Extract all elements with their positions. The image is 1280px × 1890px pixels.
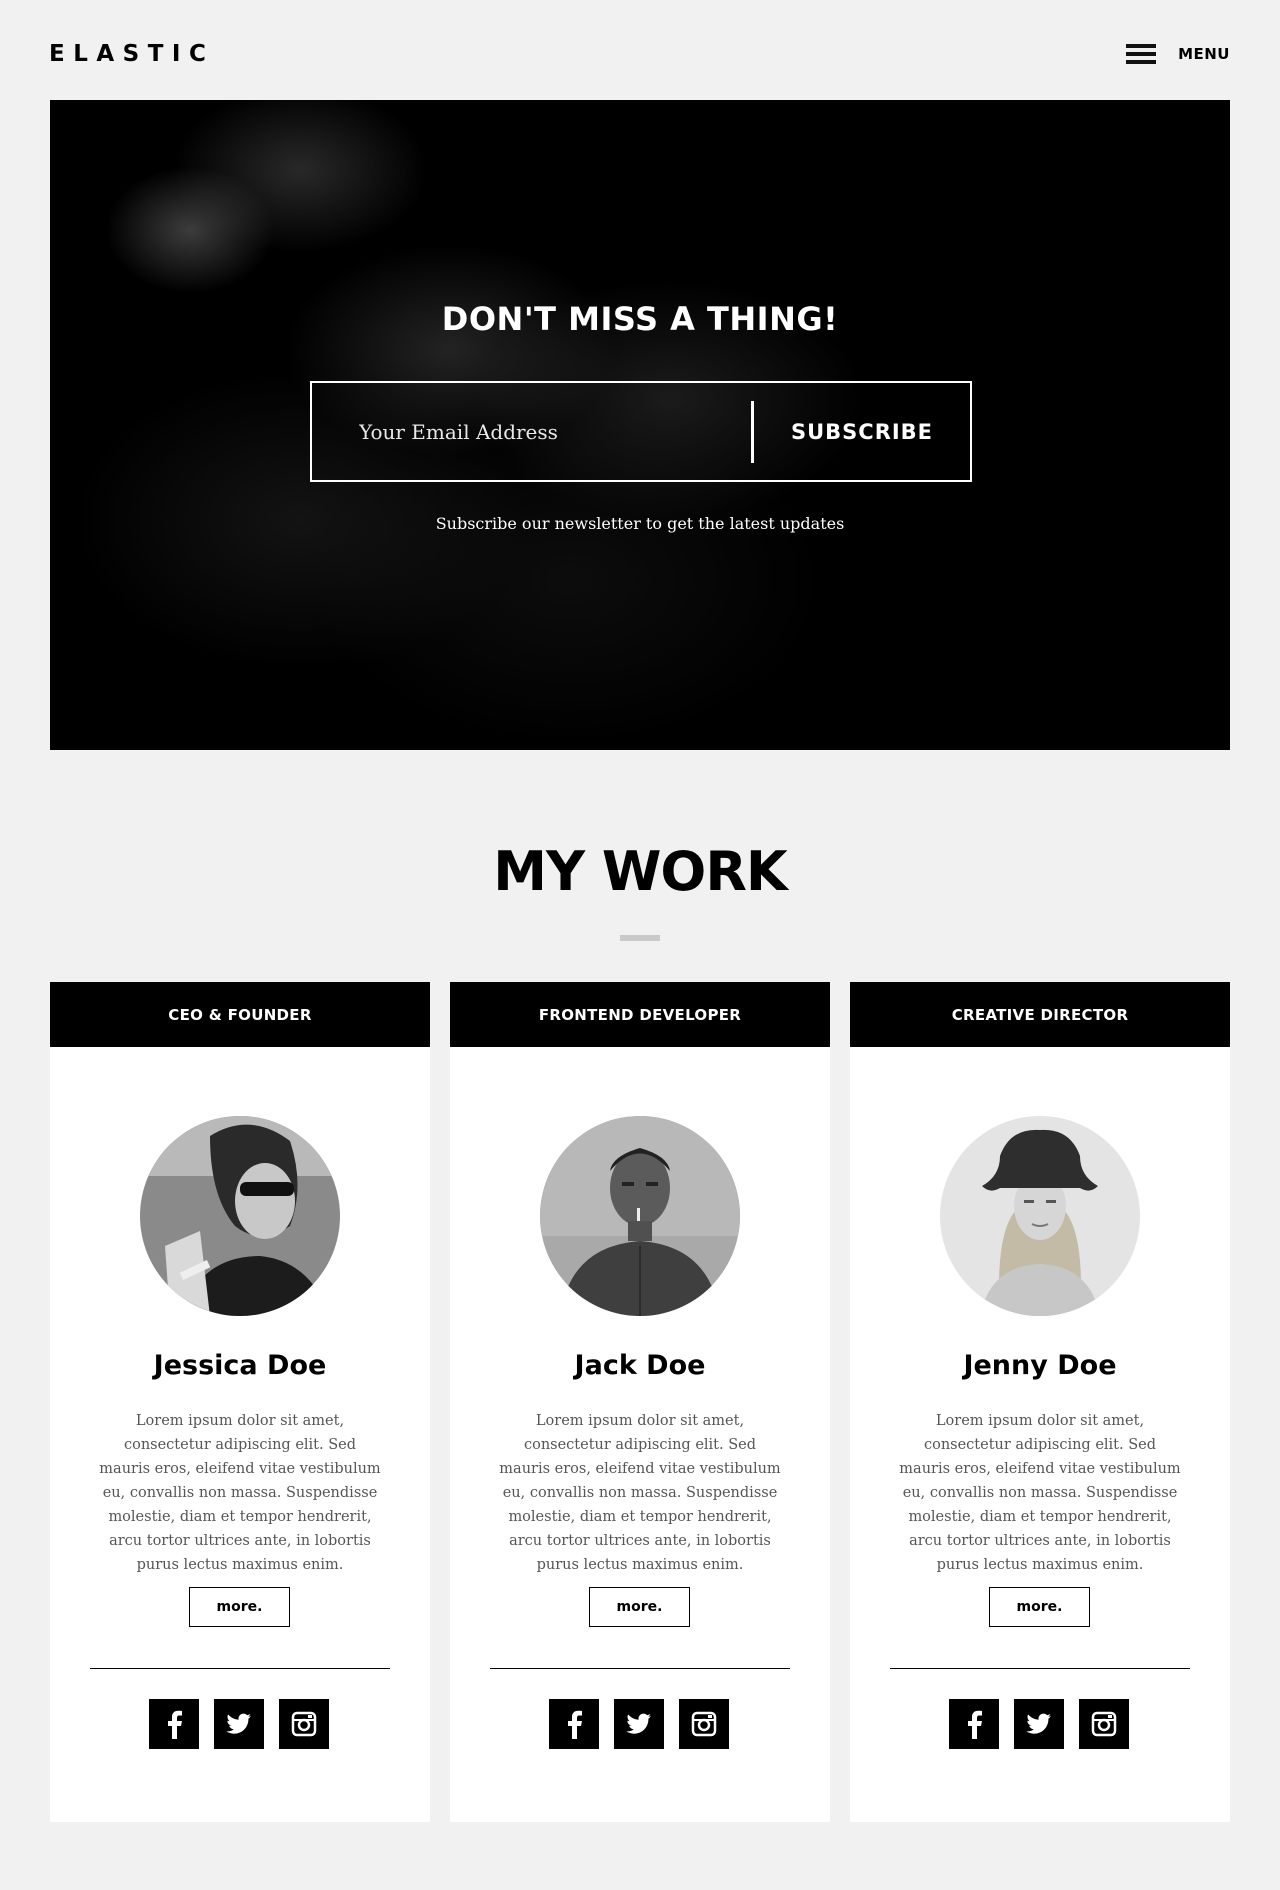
social-links xyxy=(149,1699,329,1749)
card-role: CREATIVE DIRECTOR xyxy=(850,982,1230,1047)
member-bio: Lorem ipsum dolor sit amet, consectetur … xyxy=(99,1413,381,1573)
social-links xyxy=(549,1699,729,1749)
more-button[interactable]: more. xyxy=(589,1587,690,1627)
newsletter-hero: DON'T MISS A THING! SUBSCRIBE Subscribe … xyxy=(50,100,1230,750)
card-divider xyxy=(890,1668,1190,1669)
member-name: Jack Doe xyxy=(574,1350,706,1381)
team-card: CREATIVE DIRECTOR Jenny Doe Lorem ipsum … xyxy=(850,982,1230,1822)
facebook-icon[interactable] xyxy=(949,1699,999,1749)
team-card: FRONTEND DEVELOPER Jack Doe Lorem ipsum … xyxy=(450,982,830,1822)
site-header: ELASTIC MENU xyxy=(0,0,1280,100)
instagram-icon[interactable] xyxy=(679,1699,729,1749)
menu-button[interactable]: MENU xyxy=(1126,42,1230,66)
member-name: Jenny Doe xyxy=(963,1350,1117,1381)
member-bio: Lorem ipsum dolor sit amet, consectetur … xyxy=(899,1413,1181,1573)
twitter-icon[interactable] xyxy=(1014,1699,1064,1749)
menu-label[interactable]: MENU xyxy=(1178,45,1230,63)
member-name: Jessica Doe xyxy=(153,1350,327,1381)
hamburger-icon[interactable] xyxy=(1126,42,1157,66)
team-cards: CEO & FOUNDER Jessica Doe Lorem ipsum do… xyxy=(50,982,1230,1822)
facebook-icon[interactable] xyxy=(549,1699,599,1749)
subscribe-button[interactable]: SUBSCRIBE xyxy=(754,383,970,480)
card-divider xyxy=(90,1668,390,1669)
subscribe-form: SUBSCRIBE xyxy=(310,381,972,482)
card-divider xyxy=(490,1668,790,1669)
newsletter-note: Subscribe our newsletter to get the late… xyxy=(435,514,845,533)
section-title: MY WORK xyxy=(493,840,788,903)
more-button[interactable]: more. xyxy=(189,1587,290,1627)
card-role: CEO & FOUNDER xyxy=(50,982,430,1047)
avatar xyxy=(940,1116,1140,1316)
hero-title: DON'T MISS A THING! xyxy=(441,300,839,338)
facebook-icon[interactable] xyxy=(149,1699,199,1749)
email-input[interactable] xyxy=(312,400,754,463)
site-logo[interactable]: ELASTIC xyxy=(49,38,214,70)
social-links xyxy=(949,1699,1129,1749)
section-divider xyxy=(620,935,660,941)
twitter-icon[interactable] xyxy=(614,1699,664,1749)
member-bio: Lorem ipsum dolor sit amet, consectetur … xyxy=(499,1413,781,1573)
more-button[interactable]: more. xyxy=(989,1587,1090,1627)
twitter-icon[interactable] xyxy=(214,1699,264,1749)
avatar xyxy=(540,1116,740,1316)
instagram-icon[interactable] xyxy=(279,1699,329,1749)
card-role: FRONTEND DEVELOPER xyxy=(450,982,830,1047)
team-card: CEO & FOUNDER Jessica Doe Lorem ipsum do… xyxy=(50,982,430,1822)
avatar xyxy=(140,1116,340,1316)
instagram-icon[interactable] xyxy=(1079,1699,1129,1749)
